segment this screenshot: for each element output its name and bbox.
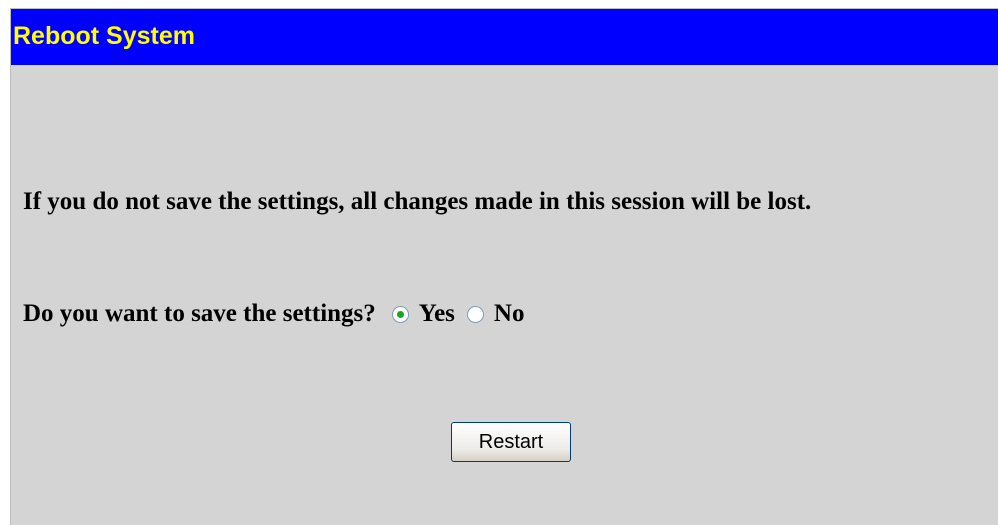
yes-label: Yes [418,300,455,327]
title-bar: Reboot System [11,9,998,65]
radio-selected-dot-icon [396,310,404,318]
no-label: No [493,300,525,327]
page-title: Reboot System [13,22,195,50]
reboot-panel: Reboot System If you do not save the set… [10,8,998,525]
radio-option-no[interactable]: No [466,300,525,328]
save-settings-question-row: Do you want to save the settings? Yes No [23,294,536,334]
restart-button[interactable]: Restart [451,422,571,462]
no-radio-button[interactable] [466,305,484,323]
save-settings-question: Do you want to save the settings? [23,300,376,327]
yes-radio-button[interactable] [391,305,409,323]
radio-option-yes[interactable]: Yes [391,300,455,328]
warning-message: If you do not save the settings, all cha… [23,188,812,215]
